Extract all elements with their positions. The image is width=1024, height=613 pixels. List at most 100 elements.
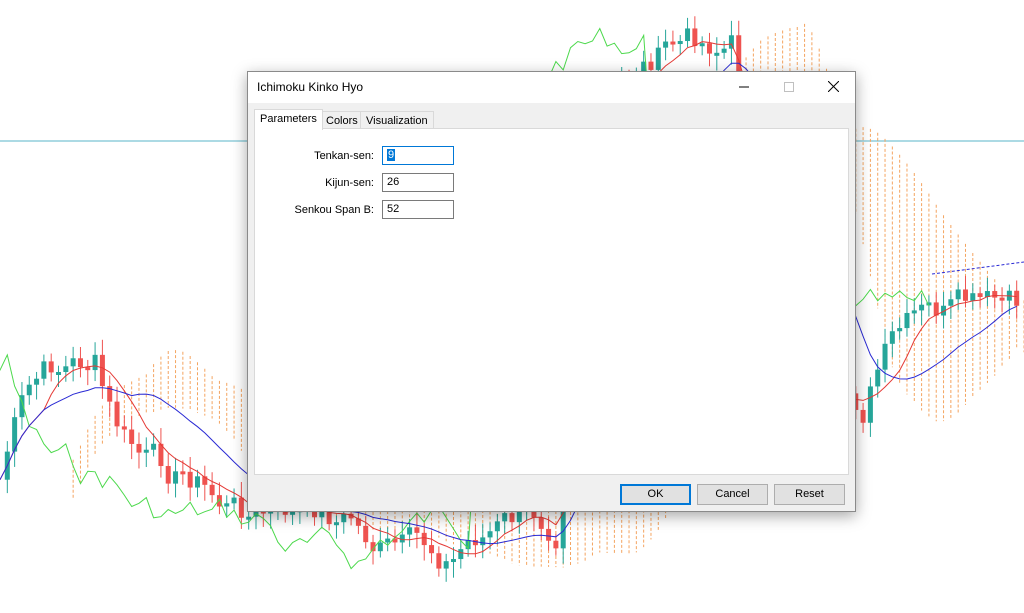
candle-body: [962, 289, 968, 301]
candle-body: [655, 47, 661, 70]
candle-body: [867, 386, 873, 423]
tab-parameters[interactable]: Parameters: [254, 109, 323, 130]
candle-body: [180, 471, 186, 475]
candle-body: [721, 48, 727, 53]
senkou-span-b-value: 52: [387, 203, 400, 215]
candle-body: [114, 401, 120, 427]
tab-visualization[interactable]: Visualization: [360, 111, 434, 129]
maximize-icon: [783, 79, 794, 97]
candle-body: [385, 538, 391, 543]
candle-body: [443, 561, 449, 569]
candle-body: [546, 528, 552, 541]
tenkan-sen-field[interactable]: 9: [382, 146, 454, 165]
candle-body: [685, 28, 691, 42]
candle-body: [472, 540, 478, 546]
candle-body: [136, 443, 142, 453]
candle-body: [919, 304, 925, 311]
candle-body: [194, 476, 200, 488]
candle-body: [209, 484, 215, 496]
candle-body: [187, 471, 193, 488]
candle-body: [99, 354, 105, 387]
candle-body: [41, 361, 47, 379]
candle-body: [70, 358, 76, 367]
candle-body: [648, 61, 654, 70]
candle-body: [26, 384, 32, 396]
candle-body: [363, 525, 369, 543]
candle-body: [92, 354, 98, 371]
candle-body: [889, 331, 895, 344]
candle-body: [333, 522, 339, 526]
maximize-button[interactable]: [766, 72, 811, 103]
candle-body: [494, 521, 500, 532]
candle-body: [487, 531, 493, 538]
candle-body: [904, 312, 910, 329]
title-bar: Ichimoku Kinko Hyo: [248, 72, 855, 103]
candle-body: [699, 43, 705, 47]
candle-body: [56, 371, 62, 375]
parameters-panel: Tenkan-sen: 9 Kijun-sen: 26 Senkou Span …: [254, 128, 849, 475]
dialog-title: Ichimoku Kinko Hyo: [257, 80, 364, 94]
candle-body: [231, 497, 237, 504]
candle-body: [970, 293, 976, 301]
candle-body: [341, 513, 347, 523]
candle-body: [670, 41, 676, 45]
candle-body: [238, 497, 244, 518]
candle-body: [875, 369, 881, 387]
kijun-sen-value: 26: [387, 176, 400, 188]
candle-body: [48, 361, 54, 373]
candle-body: [165, 466, 171, 484]
candle-body: [977, 293, 983, 298]
candle-body: [860, 409, 866, 423]
candle-body: [948, 299, 954, 306]
candle-body: [151, 443, 157, 450]
candle-body: [34, 378, 40, 385]
candle-body: [714, 52, 720, 56]
candle-body: [246, 516, 252, 520]
candle-body: [129, 429, 135, 444]
candle-body: [516, 510, 522, 523]
candle-body: [399, 534, 405, 543]
tenkan-sen-value: 9: [387, 149, 396, 161]
reset-button[interactable]: Reset: [774, 484, 845, 505]
ok-button[interactable]: OK: [620, 484, 691, 505]
minimize-icon: [738, 79, 749, 97]
candle-body: [436, 553, 442, 569]
ichimoku-settings-dialog: Ichimoku Kinko Hyo Parameters Colors Vis…: [247, 71, 856, 512]
candle-body: [121, 426, 127, 430]
candle-body: [458, 549, 464, 560]
candle-body: [553, 540, 559, 549]
candle-body: [999, 297, 1005, 301]
candle-body: [143, 449, 149, 453]
kijun-sen-label: Kijun-sen:: [325, 177, 374, 189]
candle-body: [421, 532, 427, 546]
candle-body: [706, 43, 712, 54]
kijun-dashed-projection: [931, 261, 1024, 275]
candle-body: [692, 28, 698, 47]
candle-body: [911, 310, 917, 314]
candle-body: [290, 511, 296, 515]
minimize-button[interactable]: [721, 72, 766, 103]
candle-body: [538, 517, 544, 529]
kijun-sen-field[interactable]: 26: [382, 173, 454, 192]
candle-body: [450, 559, 456, 563]
candle-body: [224, 503, 230, 507]
candle-body: [429, 545, 435, 554]
candle-body: [77, 358, 83, 368]
senkou-span-b-label: Senkou Span B:: [294, 204, 374, 216]
senkou-span-b-field[interactable]: 52: [382, 200, 454, 219]
close-button[interactable]: [811, 72, 856, 103]
candle-body: [480, 537, 486, 546]
candle-body: [933, 302, 939, 316]
tab-colors[interactable]: Colors: [320, 111, 364, 129]
candle-body: [502, 513, 508, 522]
candle-body: [173, 471, 179, 484]
candle-body: [882, 343, 888, 370]
candle-body: [897, 328, 903, 332]
candle-body: [663, 41, 669, 48]
candle-body: [677, 41, 683, 45]
candle-body: [414, 527, 420, 533]
candle-body: [509, 513, 515, 523]
candle-body: [955, 289, 961, 300]
candle-body: [728, 35, 734, 49]
cancel-button[interactable]: Cancel: [697, 484, 768, 505]
